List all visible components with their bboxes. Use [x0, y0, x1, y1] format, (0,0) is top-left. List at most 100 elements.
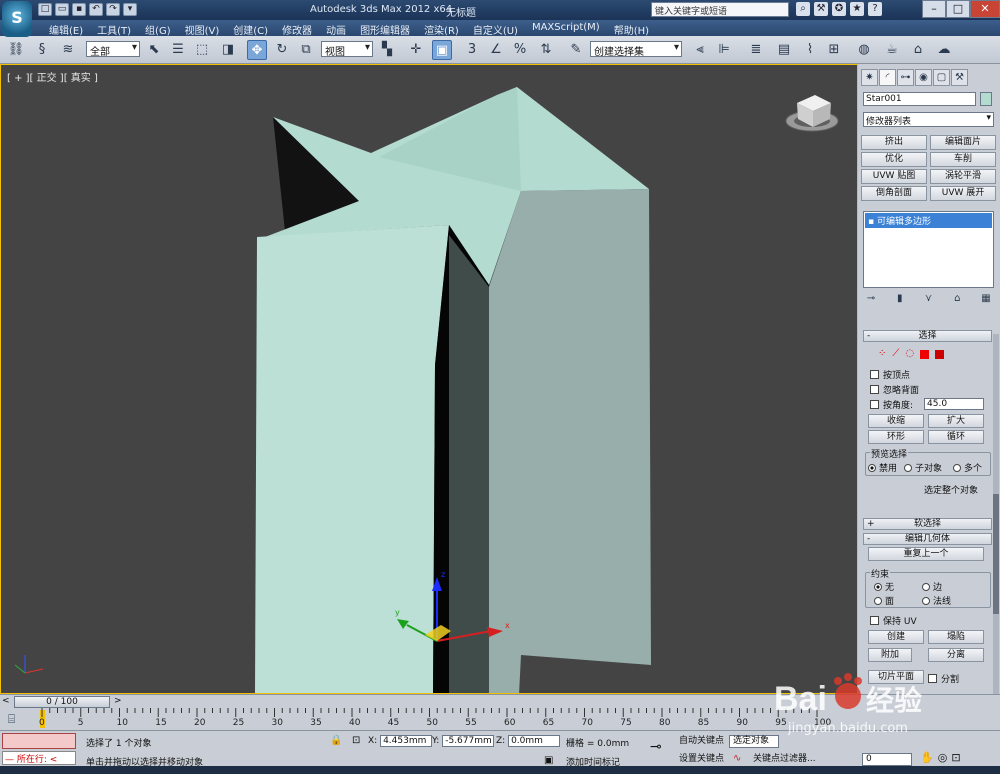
vertex-level-icon[interactable]: ⁘: [878, 348, 886, 359]
mirror-icon[interactable]: ⫷: [690, 40, 710, 60]
unlink-icon[interactable]: §: [32, 40, 52, 60]
collapse-button[interactable]: 塌陷: [928, 630, 984, 644]
object-name-field[interactable]: Star001: [863, 92, 976, 106]
loop-button[interactable]: 循环: [928, 430, 984, 444]
make-unique-icon[interactable]: ⋎: [921, 293, 937, 307]
grow-button[interactable]: 扩大: [928, 414, 984, 428]
preserve-uv-checkbox[interactable]: 保持 UV: [870, 614, 917, 627]
mini-curve-editor-icon[interactable]: ⌸: [8, 712, 15, 727]
menu-item-11[interactable]: 帮助(H): [607, 20, 656, 37]
lock-selection-icon[interactable]: 🔒: [330, 735, 342, 746]
time-prev-icon[interactable]: <: [2, 696, 10, 706]
show-end-result-icon[interactable]: ▮: [892, 293, 908, 307]
schematic-view-icon[interactable]: ⊞: [824, 40, 844, 60]
y-coordinate-field[interactable]: -5.677mm: [442, 735, 495, 747]
rollout-soft-selection[interactable]: + 软选择: [863, 518, 992, 530]
modifier-button-7[interactable]: UVW 展开: [930, 186, 996, 201]
set-key-button[interactable]: 设置关键点: [676, 753, 727, 767]
orbit-icon[interactable]: ◎: [938, 751, 948, 764]
display-tab-icon[interactable]: ▢: [933, 69, 950, 86]
layer-manager-icon[interactable]: ≣: [746, 40, 766, 60]
redo-icon[interactable]: ↷: [106, 3, 120, 16]
by-angle-checkbox[interactable]: 按角度:: [870, 398, 913, 411]
constraint-edge-radio[interactable]: 边: [922, 580, 942, 593]
spinner-snap-icon[interactable]: ⇅: [536, 40, 556, 60]
close-button[interactable]: ✕: [970, 0, 1000, 18]
rect-selection-icon[interactable]: ⬚: [192, 40, 212, 60]
dropdown-icon[interactable]: ▾: [123, 3, 137, 16]
slice-plane-button[interactable]: 切片平面: [868, 670, 924, 684]
link-icon[interactable]: ⛓: [6, 40, 26, 60]
preview-off-radio[interactable]: 禁用: [868, 461, 897, 474]
ring-button[interactable]: 环形: [868, 430, 924, 444]
menu-item-4[interactable]: 创建(C): [226, 20, 275, 37]
edit-named-selection-icon[interactable]: ✎: [566, 40, 586, 60]
modifier-stack[interactable]: ▪ 可编辑多边形: [863, 211, 994, 288]
select-manipulate-icon[interactable]: ✛: [406, 40, 426, 60]
connect-icon[interactable]: ✪: [832, 2, 846, 16]
z-coordinate-field[interactable]: 0.0mm: [508, 735, 561, 747]
motion-tab-icon[interactable]: ◉: [915, 69, 932, 86]
menu-item-9[interactable]: 自定义(U): [466, 20, 525, 37]
align-icon[interactable]: ⊫: [714, 40, 734, 60]
set-key-icon[interactable]: ⊸: [650, 739, 662, 755]
constraint-face-radio[interactable]: 面: [874, 594, 894, 607]
curve-editor-icon[interactable]: ⌇: [800, 40, 820, 60]
constraint-none-radio[interactable]: 无: [874, 580, 894, 593]
angle-spinner[interactable]: 45.0: [924, 398, 984, 410]
time-slider[interactable]: < 0 / 100 >: [0, 694, 1000, 708]
bind-spacewarp-icon[interactable]: ≋: [58, 40, 78, 60]
preview-multi-radio[interactable]: 多个: [953, 461, 982, 474]
minimize-button[interactable]: –: [922, 0, 946, 18]
element-level-icon[interactable]: [935, 350, 945, 359]
create-tab-icon[interactable]: ✷: [861, 69, 878, 86]
select-scale-icon[interactable]: ⧉: [296, 40, 316, 60]
material-editor-icon[interactable]: ◍: [854, 40, 874, 60]
scene-canvas[interactable]: z x y: [1, 65, 858, 694]
maximize-button[interactable]: □: [946, 0, 970, 18]
search-input[interactable]: 键入关键字或短语: [651, 2, 789, 17]
remove-modifier-icon[interactable]: ⌂: [949, 293, 965, 307]
rollout-selection[interactable]: - 选择: [863, 330, 992, 342]
ignore-backfacing-checkbox[interactable]: 忽略背面: [870, 383, 919, 396]
named-selection-dropdown[interactable]: 创建选择集: [590, 41, 682, 58]
select-object-icon[interactable]: ⬉: [144, 40, 164, 60]
viewport-front[interactable]: [ + ][ 正交 ][ 真实 ] z x y: [0, 64, 858, 694]
save-file-icon[interactable]: ▪: [72, 3, 86, 16]
modifier-button-5[interactable]: 涡轮平滑: [930, 169, 996, 184]
panel-scrollbar-thumb[interactable]: [993, 494, 999, 614]
open-file-icon[interactable]: ▭: [55, 3, 69, 16]
time-slider-thumb[interactable]: 0 / 100: [14, 696, 110, 708]
pin-stack-icon[interactable]: ⊸: [863, 293, 879, 307]
absolute-mode-icon[interactable]: ⊡: [352, 735, 360, 746]
modifier-button-6[interactable]: 倒角剖面: [861, 186, 927, 201]
binoculars-icon[interactable]: ⌕: [796, 2, 810, 16]
modify-tab-icon[interactable]: ◜: [879, 69, 896, 86]
object-color-swatch[interactable]: [980, 92, 992, 106]
time-tag-icon[interactable]: ▣: [544, 755, 553, 766]
modifier-button-1[interactable]: 编辑面片: [930, 135, 996, 150]
render-production-icon[interactable]: ☁: [934, 40, 954, 60]
menu-item-5[interactable]: 修改器: [275, 20, 319, 37]
new-file-icon[interactable]: □: [38, 3, 52, 16]
select-by-name-icon[interactable]: ☰: [168, 40, 188, 60]
utilities-tab-icon[interactable]: ⚒: [951, 69, 968, 86]
by-vertex-checkbox[interactable]: 按顶点: [870, 368, 910, 381]
select-move-icon[interactable]: ✥: [247, 40, 267, 60]
hierarchy-tab-icon[interactable]: ⊶: [897, 69, 914, 86]
render-setup-icon[interactable]: ☕: [882, 40, 902, 60]
repeat-last-button[interactable]: 重复上一个: [868, 547, 984, 561]
key-filters-button[interactable]: 关键点过滤器...: [750, 753, 819, 767]
border-level-icon[interactable]: ◌: [905, 348, 914, 359]
keyboard-shortcut-icon[interactable]: ▣: [432, 40, 452, 60]
panel-scrollbar[interactable]: [993, 334, 999, 694]
menu-item-2[interactable]: 组(G): [138, 20, 178, 37]
menu-item-0[interactable]: 编辑(E): [42, 20, 90, 37]
rollout-edit-geometry[interactable]: - 编辑几何体: [863, 533, 992, 545]
key-filters-icon[interactable]: ∿: [733, 753, 741, 764]
x-coordinate-field[interactable]: 4.453mm: [380, 735, 433, 747]
polygon-level-icon[interactable]: [920, 350, 930, 359]
maxscript-runner[interactable]: — 所在行: <: [2, 751, 76, 765]
stack-item-editable-poly[interactable]: ▪ 可编辑多边形: [865, 213, 992, 228]
undo-icon[interactable]: ↶: [89, 3, 103, 16]
